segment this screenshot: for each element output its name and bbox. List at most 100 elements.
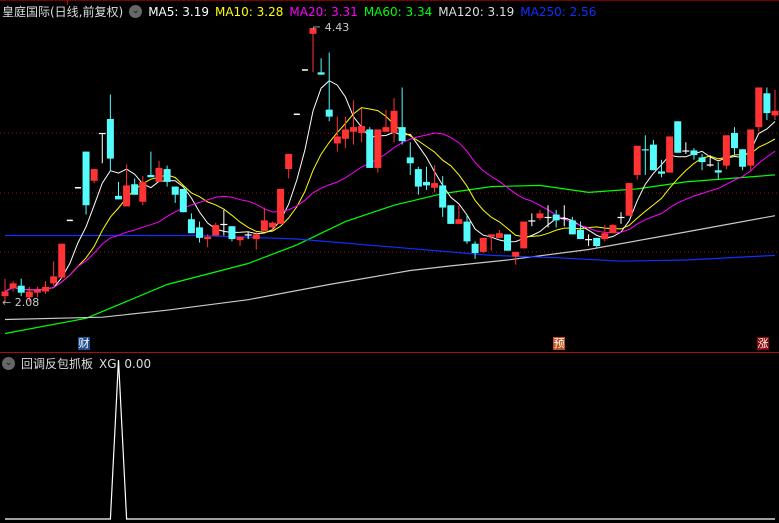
candle[interactable]	[309, 28, 317, 73]
candle[interactable]	[114, 181, 122, 200]
marker-limit-up[interactable]: 涨	[757, 337, 769, 350]
candle-body	[747, 129, 755, 166]
candle[interactable]	[244, 232, 252, 240]
candle[interactable]	[9, 281, 17, 292]
candle[interactable]	[163, 165, 171, 187]
candle[interactable]	[504, 234, 512, 251]
candle-body	[763, 93, 771, 114]
candle[interactable]	[536, 209, 544, 221]
candle[interactable]	[171, 186, 179, 203]
candle[interactable]	[179, 188, 187, 213]
candle[interactable]	[682, 142, 690, 154]
candle[interactable]	[479, 237, 487, 254]
candle[interactable]	[763, 87, 771, 121]
candle[interactable]	[471, 241, 479, 259]
candle[interactable]	[17, 278, 25, 297]
candle[interactable]	[382, 109, 390, 132]
candle[interactable]	[350, 100, 358, 145]
candle-body	[414, 169, 422, 187]
candle-body	[131, 184, 139, 195]
candle[interactable]	[431, 165, 439, 193]
marker-forecast[interactable]: 预	[553, 337, 565, 350]
candle[interactable]	[58, 243, 66, 279]
candle-body	[147, 174, 155, 178]
candle[interactable]	[187, 213, 195, 234]
candle[interactable]	[617, 212, 625, 224]
candle[interactable]	[641, 135, 649, 175]
candle-body	[268, 222, 276, 228]
candle[interactable]	[722, 135, 730, 170]
candle[interactable]	[333, 116, 341, 152]
candle[interactable]	[633, 145, 641, 180]
candle[interactable]	[390, 97, 398, 143]
candle[interactable]	[325, 52, 333, 122]
candle[interactable]	[268, 221, 276, 230]
candle[interactable]	[528, 213, 536, 227]
candle[interactable]	[228, 226, 236, 242]
candle[interactable]	[625, 183, 633, 216]
panel-divider[interactable]	[0, 352, 779, 353]
candle[interactable]	[560, 205, 568, 227]
candle[interactable]	[447, 205, 455, 224]
candle[interactable]	[285, 153, 293, 179]
candle[interactable]	[698, 153, 706, 171]
candle[interactable]	[771, 89, 779, 121]
candle-body	[439, 185, 447, 208]
candle[interactable]	[398, 87, 406, 145]
candle[interactable]	[50, 261, 58, 286]
candle-body	[674, 121, 682, 153]
candle-body	[358, 125, 366, 133]
candle[interactable]	[406, 142, 414, 175]
candle[interactable]	[236, 236, 244, 247]
candle[interactable]	[374, 129, 382, 173]
candle[interactable]	[674, 121, 682, 153]
ma250-line	[5, 234, 776, 262]
candle-body	[463, 221, 471, 242]
candle[interactable]	[747, 129, 755, 171]
candle[interactable]	[414, 166, 422, 195]
candle[interactable]	[131, 178, 139, 195]
candle-body	[50, 276, 58, 284]
candle[interactable]	[277, 188, 285, 224]
candle[interactable]	[422, 166, 430, 191]
candle[interactable]	[730, 127, 738, 156]
candle[interactable]	[520, 221, 528, 249]
marker-financial[interactable]: 财	[78, 337, 90, 350]
candle-body	[487, 234, 495, 237]
candle[interactable]	[155, 160, 163, 182]
candle[interactable]	[252, 232, 260, 250]
candle[interactable]	[690, 148, 698, 160]
candle[interactable]	[593, 237, 601, 248]
candle[interactable]	[106, 94, 114, 172]
candlestick-chart[interactable]	[0, 0, 779, 352]
candle[interactable]	[609, 223, 617, 234]
candle[interactable]	[196, 221, 204, 243]
candle-body	[350, 127, 358, 132]
candle[interactable]	[212, 222, 220, 236]
candle[interactable]	[147, 151, 155, 178]
candle[interactable]	[649, 139, 657, 171]
candle[interactable]	[366, 127, 374, 168]
candle[interactable]	[755, 87, 763, 132]
candle[interactable]	[317, 58, 325, 75]
chevron-down-icon[interactable]: ⌄	[2, 357, 15, 370]
candle[interactable]	[666, 136, 674, 173]
candle[interactable]	[260, 207, 268, 231]
candle[interactable]	[358, 108, 366, 143]
candle-body	[771, 110, 779, 116]
candle-body	[576, 229, 584, 240]
candle[interactable]	[42, 281, 50, 294]
candle-body	[285, 153, 293, 170]
candle[interactable]	[714, 162, 722, 180]
candle[interactable]	[495, 229, 503, 238]
candle-body	[317, 72, 325, 75]
candle-body	[706, 164, 714, 166]
candle[interactable]	[739, 149, 747, 171]
candle[interactable]	[82, 151, 90, 215]
candle[interactable]	[585, 234, 593, 247]
candle[interactable]	[98, 132, 106, 164]
candle[interactable]	[439, 176, 447, 217]
high-price-label: ⌐ 4.43	[312, 21, 350, 34]
candle[interactable]	[90, 169, 98, 184]
candle[interactable]	[552, 209, 560, 228]
